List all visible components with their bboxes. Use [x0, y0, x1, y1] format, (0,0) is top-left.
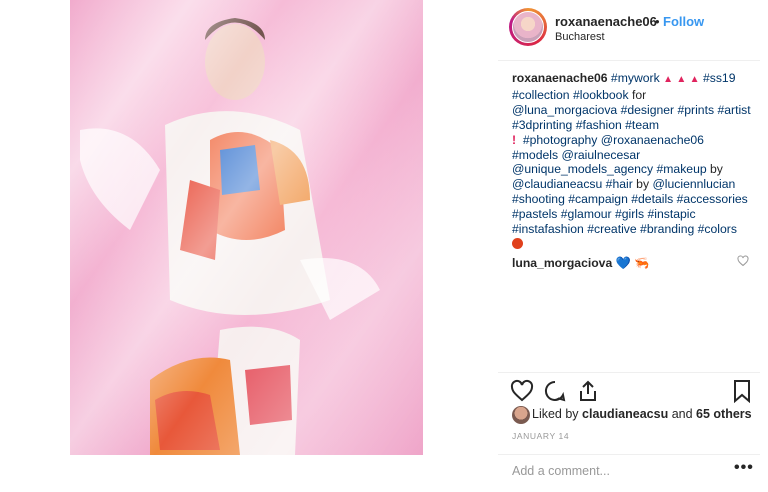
- avatar[interactable]: [512, 11, 544, 43]
- likes-and: and: [671, 407, 693, 421]
- location-link[interactable]: Bucharest: [555, 31, 605, 43]
- caption-text: by: [710, 162, 723, 177]
- comment-username[interactable]: luna_morgaciova: [512, 256, 612, 270]
- caption-tags[interactable]: #shooting #campaign #details #accessorie…: [512, 192, 748, 206]
- separator-dot: •: [655, 14, 660, 29]
- post-image[interactable]: [70, 0, 423, 455]
- red-circle-emoji: [512, 237, 523, 249]
- caption-tags[interactable]: #ss19: [703, 71, 736, 85]
- likes-prefix: Liked by: [532, 407, 579, 421]
- triangle-emoji: ▲: [663, 74, 673, 85]
- caption-tags[interactable]: #pastels #glamour #girls #instapic: [512, 207, 696, 221]
- add-comment-bar: Add a comment... •••: [498, 454, 760, 492]
- caption-tags[interactable]: @unique_models_agency #makeup: [512, 162, 707, 176]
- triangle-emoji: ▲: [689, 74, 700, 85]
- username-link[interactable]: roxanaenache06: [555, 14, 657, 29]
- post-date[interactable]: JANUARY 14: [512, 431, 569, 441]
- bookmark-icon[interactable]: [730, 379, 754, 403]
- blue-heart-emoji: 💙: [615, 256, 631, 270]
- caption-tags[interactable]: #collection #lookbook: [512, 88, 629, 102]
- likes-others[interactable]: 65 others: [696, 407, 752, 421]
- shrimp-emoji: 🦐: [634, 256, 650, 270]
- liker-username[interactable]: claudianeacsu: [582, 407, 668, 421]
- post-sidebar: roxanaenache06 • Follow Bucharest roxana…: [498, 0, 768, 491]
- post-header: roxanaenache06 • Follow Bucharest: [498, 0, 760, 61]
- comment-icon[interactable]: [543, 379, 567, 403]
- caption-tags[interactable]: @claudianeacsu #hair: [512, 177, 633, 191]
- follow-button[interactable]: Follow: [663, 14, 704, 29]
- caption-tags[interactable]: #3dprinting #fashion #team: [512, 118, 659, 132]
- caption-tags[interactable]: @luciennlucian: [652, 177, 735, 191]
- plastic-sheen: [70, 0, 423, 455]
- small-heart-icon[interactable]: [737, 255, 749, 267]
- post-caption: roxanaenache06 #mywork ▲ ▲ ▲ #ss19 #coll…: [512, 71, 760, 252]
- caption-username[interactable]: roxanaenache06: [512, 71, 608, 85]
- caption-text: for: [631, 87, 647, 102]
- avatar-story-ring[interactable]: [509, 8, 547, 46]
- caption-tags[interactable]: #photography @roxanaenache06: [523, 133, 704, 147]
- likes-summary: Liked by claudianeacsu and 65 others: [532, 407, 752, 421]
- comment-row: luna_morgaciova 💙 🦐: [512, 256, 649, 270]
- caption-tags[interactable]: #models @raiulnecesar: [512, 148, 640, 162]
- caption-tags[interactable]: #instafashion #creative #branding #color…: [512, 222, 737, 236]
- caption-text: by: [636, 177, 650, 192]
- action-bar: [498, 372, 760, 373]
- share-icon[interactable]: [576, 379, 600, 403]
- caption-tags[interactable]: @luna_morgaciova #designer #prints #arti…: [512, 103, 751, 117]
- heart-icon[interactable]: [510, 379, 534, 403]
- liker-avatar[interactable]: [512, 406, 530, 424]
- more-options-icon[interactable]: •••: [734, 459, 754, 477]
- add-comment-input[interactable]: Add a comment...: [512, 464, 610, 478]
- caption-tags[interactable]: #mywork: [611, 71, 660, 85]
- triangle-emoji: ▲: [676, 74, 687, 85]
- exclamation-emoji: !: [512, 132, 517, 147]
